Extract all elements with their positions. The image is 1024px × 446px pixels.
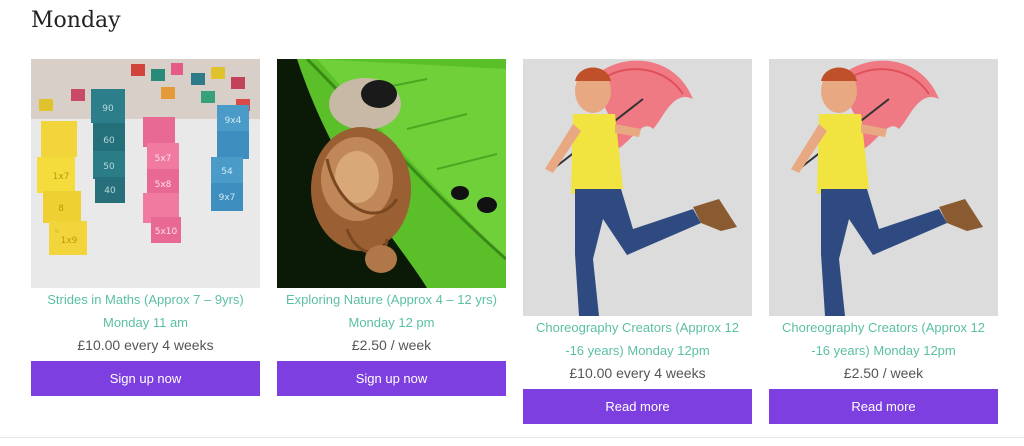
svg-text:50: 50: [103, 162, 115, 172]
product-image-snail[interactable]: [277, 59, 506, 288]
divider: [0, 437, 1024, 438]
svg-text:5x10: 5x10: [155, 227, 178, 237]
page: Monday 90 60 50 40 9x4 54 9x7 5x7 5x8 5x…: [0, 0, 1024, 446]
product-title-link[interactable]: Exploring Nature (Approx 4 – 12 yrs) Mon…: [277, 288, 506, 334]
product-image-dancer[interactable]: [523, 59, 752, 316]
product-image-math-blocks[interactable]: 90 60 50 40 9x4 54 9x7 5x7 5x8 5x10 1x7 …: [31, 59, 260, 288]
product-price: £10.00 every 4 weeks: [77, 337, 214, 353]
section-title: Monday: [31, 8, 121, 33]
svg-text:1x9: 1x9: [61, 236, 78, 246]
product-card: Exploring Nature (Approx 4 – 12 yrs) Mon…: [277, 59, 506, 424]
product-title-link[interactable]: Choreography Creators (Approx 12 -16 yea…: [769, 316, 998, 362]
svg-text:40: 40: [104, 186, 116, 196]
product-title-link[interactable]: Strides in Maths (Approx 7 – 9yrs) Monda…: [31, 288, 260, 334]
svg-text:5x7: 5x7: [155, 154, 172, 164]
product-price: £2.50 / week: [843, 365, 924, 381]
svg-text:9x4: 9x4: [225, 116, 242, 126]
sign-up-button[interactable]: Sign up now: [277, 361, 506, 396]
svg-text:5x8: 5x8: [155, 180, 172, 190]
sign-up-button[interactable]: Sign up now: [31, 361, 260, 396]
svg-text:1x7: 1x7: [53, 172, 70, 182]
product-card: Choreography Creators (Approx 12 -16 yea…: [523, 59, 752, 424]
read-more-button[interactable]: Read more: [523, 389, 752, 424]
product-card: Choreography Creators (Approx 12 -16 yea…: [769, 59, 998, 424]
svg-text:9x7: 9x7: [219, 193, 236, 203]
product-price: £10.00 every 4 weeks: [569, 365, 706, 381]
product-title-link[interactable]: Choreography Creators (Approx 12 -16 yea…: [523, 316, 752, 362]
product-card: 90 60 50 40 9x4 54 9x7 5x7 5x8 5x10 1x7 …: [31, 59, 260, 424]
svg-text:54: 54: [221, 167, 233, 177]
product-grid: 90 60 50 40 9x4 54 9x7 5x7 5x8 5x10 1x7 …: [31, 59, 998, 424]
svg-text:90: 90: [102, 104, 114, 114]
product-image-dancer[interactable]: [769, 59, 998, 316]
read-more-button[interactable]: Read more: [769, 389, 998, 424]
svg-text:8: 8: [58, 204, 64, 214]
product-price: £2.50 / week: [351, 337, 432, 353]
svg-text:60: 60: [103, 136, 115, 146]
